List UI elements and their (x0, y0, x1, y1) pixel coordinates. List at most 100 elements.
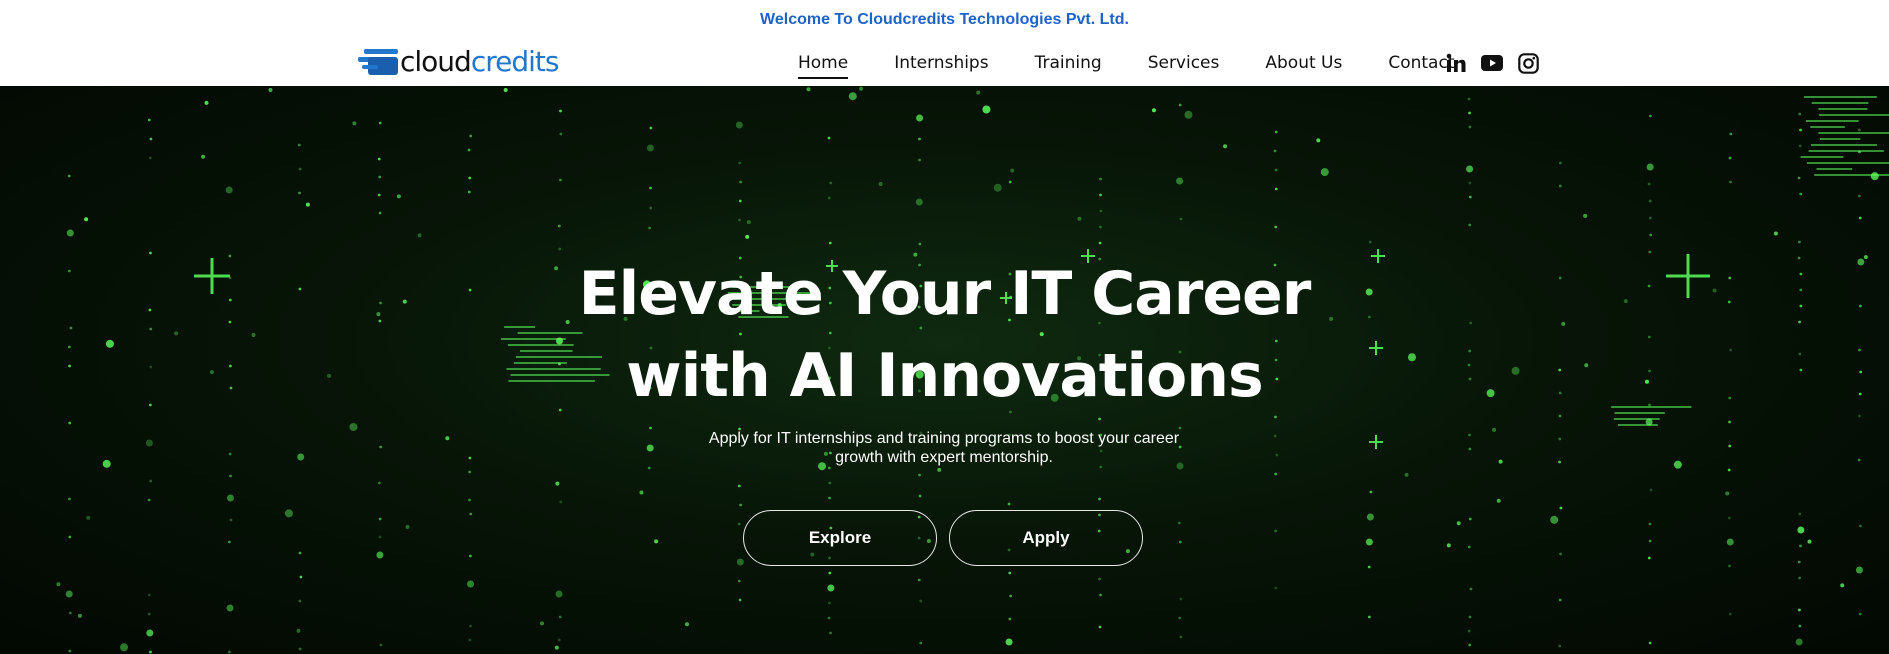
matrix-dot (467, 148, 471, 152)
matrix-dot (66, 229, 74, 237)
matrix-dot (1799, 544, 1802, 548)
matrix-dot (1275, 453, 1279, 457)
matrix-dot (918, 494, 922, 498)
matrix-dot (1799, 128, 1802, 132)
matrix-dot (1857, 128, 1861, 132)
glow-dot (352, 121, 357, 126)
matrix-dot (467, 190, 471, 194)
glow-dot (305, 202, 310, 207)
matrix-dot (377, 193, 381, 197)
matrix-dot (649, 426, 652, 430)
glow-dot (396, 194, 401, 199)
matrix-dot (559, 500, 563, 504)
matrix-dot (1005, 638, 1013, 646)
matrix-dot (1855, 566, 1863, 574)
glow-dot (503, 88, 508, 93)
code-line (1818, 108, 1868, 110)
matrix-dot (147, 593, 151, 597)
glow-dot (56, 582, 61, 587)
matrix-dot (1798, 576, 1801, 580)
matrix-dot (649, 126, 653, 130)
matrix-dot (1178, 103, 1182, 107)
matrix-dot (1857, 458, 1861, 462)
matrix-dot (919, 641, 923, 645)
code-line (1811, 102, 1869, 104)
matrix-dot (1098, 497, 1101, 501)
matrix-dot (738, 161, 742, 165)
matrix-dot (1728, 156, 1732, 160)
code-line (1814, 174, 1889, 176)
glow-dot (859, 86, 864, 91)
glow-dot (1583, 213, 1588, 218)
matrix-dot (1468, 643, 1472, 647)
matrix-dot (737, 579, 741, 583)
matrix-dot (1797, 560, 1801, 564)
matrix-dot (1468, 447, 1472, 451)
matrix-dot (1729, 132, 1733, 136)
matrix-dot (1098, 625, 1102, 629)
glow-dot (745, 234, 750, 239)
apply-button[interactable]: Apply (949, 510, 1143, 566)
matrix-dot (1468, 125, 1472, 129)
code-line (1810, 144, 1877, 146)
social-links (1445, 52, 1553, 74)
glow-dot (1840, 583, 1845, 588)
youtube-icon[interactable] (1481, 52, 1503, 74)
hero-title-line1: Elevate Your IT Career (578, 259, 1312, 329)
matrix-dot (1648, 199, 1652, 203)
nav-services[interactable]: Services (1148, 53, 1220, 73)
matrix-dot (1649, 114, 1652, 118)
matrix-dot (1797, 176, 1801, 180)
glow-dot (1184, 110, 1193, 119)
explore-button[interactable]: Explore (743, 510, 937, 566)
nav-internships[interactable]: Internships (894, 53, 988, 73)
matrix-dot (1099, 177, 1102, 181)
matrix-dot (828, 481, 832, 485)
matrix-dot (915, 198, 923, 206)
matrix-dot (145, 439, 153, 447)
matrix-dot (918, 242, 922, 246)
matrix-dot (379, 445, 383, 449)
matrix-dot (1099, 209, 1103, 213)
matrix-dot (738, 218, 741, 222)
matrix-dot (65, 590, 73, 598)
code-line (1800, 156, 1844, 158)
matrix-dot (558, 178, 562, 182)
matrix-dot (559, 109, 562, 113)
matrix-dot (298, 647, 302, 651)
matrix-dot (1365, 538, 1373, 546)
matrix-dot (739, 503, 743, 507)
hero-subtitle: Apply for IT internships and training pr… (694, 429, 1194, 467)
glow-dot (1725, 491, 1730, 496)
matrix-dot (829, 181, 833, 185)
matrix-dot (646, 144, 654, 152)
matrix-dot (149, 137, 153, 141)
matrix-dot (827, 601, 831, 605)
matrix-dot (1727, 516, 1731, 520)
glow-dot (993, 183, 1002, 192)
instagram-icon[interactable] (1517, 52, 1539, 74)
matrix-dot (226, 494, 234, 502)
matrix-dot (1728, 564, 1731, 568)
logo-icon (358, 49, 398, 75)
matrix-dot (147, 118, 151, 122)
glow-dot (204, 100, 209, 105)
matrix-dot (736, 558, 744, 566)
matrix-dot (1367, 565, 1371, 569)
matrix-dot (378, 175, 382, 179)
nav-training[interactable]: Training (1035, 53, 1102, 73)
matrix-dot (918, 137, 921, 141)
matrix-dot (1857, 194, 1861, 198)
matrix-dot (1467, 545, 1471, 549)
nav-about-us[interactable]: About Us (1265, 53, 1342, 73)
matrix-dot (827, 466, 831, 470)
code-line (1818, 132, 1889, 134)
matrix-dot (828, 241, 832, 245)
linkedin-icon[interactable] (1445, 52, 1467, 74)
matrix-dot (1797, 608, 1801, 612)
matrix-dot (918, 158, 921, 162)
matrix-dot (827, 616, 831, 620)
nav-home[interactable]: Home (798, 53, 849, 79)
cloudcredits-logo[interactable]: cloudcredits (358, 46, 559, 78)
matrix-dot (229, 518, 233, 522)
